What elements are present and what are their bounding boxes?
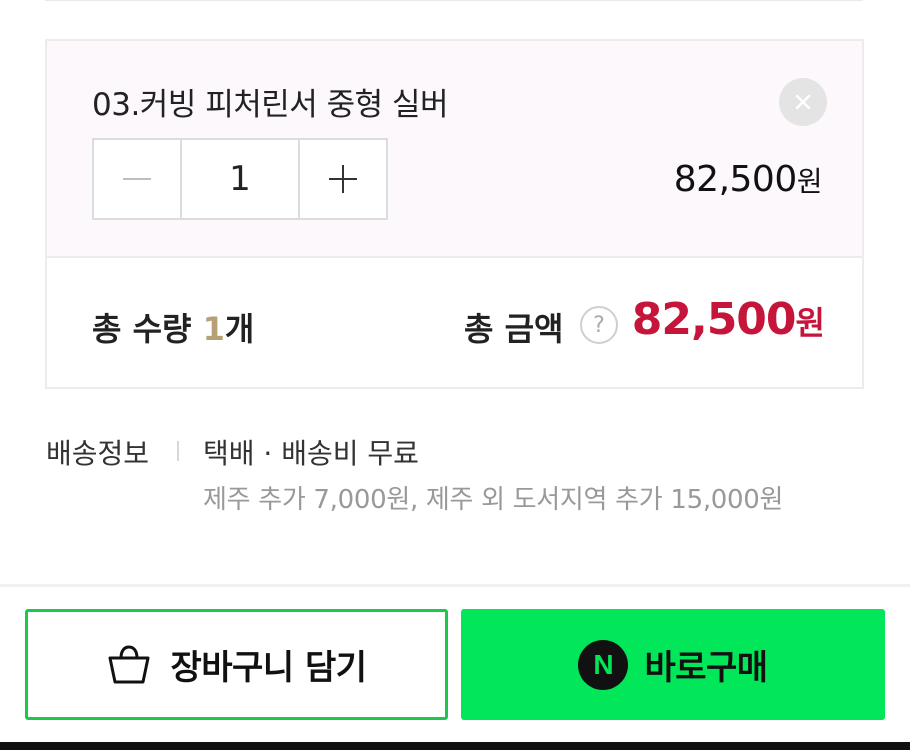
total-quantity: 총 수량 1개 bbox=[92, 304, 254, 350]
help-icon[interactable]: ? bbox=[580, 306, 618, 344]
minus-icon bbox=[123, 178, 151, 180]
buy-now-label: 바로구매 bbox=[644, 648, 768, 688]
buy-now-button[interactable]: N 바로구매 bbox=[461, 609, 885, 720]
close-icon bbox=[795, 94, 811, 110]
plus-icon bbox=[329, 165, 357, 193]
option-price: 82,500원 bbox=[673, 159, 823, 200]
total-row: 총 수량 1개 총 금액 ? 82,500원 bbox=[47, 258, 862, 389]
total-amount-label: 총 금액 bbox=[464, 310, 564, 348]
quantity-value[interactable]: 1 bbox=[180, 140, 300, 218]
option-price-value: 82,500 bbox=[673, 159, 797, 200]
total-quantity-unit: 개 bbox=[224, 310, 255, 348]
total-quantity-label: 총 수량 bbox=[92, 310, 203, 348]
selected-option-item: 03.커빙 피처린서 중형 실버 1 82,500원 bbox=[47, 41, 862, 258]
total-amount-value: 82,500 bbox=[631, 294, 797, 345]
quantity-stepper: 1 bbox=[92, 138, 388, 220]
shopping-bag-icon bbox=[108, 644, 150, 683]
naver-pay-icon: N bbox=[578, 639, 629, 690]
shipping-extra-fee: 제주 추가 7,000원, 제주 외 도서지역 추가 15,000원 bbox=[203, 485, 784, 515]
option-price-unit: 원 bbox=[796, 165, 823, 198]
shipping-info: 택배 · 배송비 무료 bbox=[203, 437, 419, 470]
add-to-cart-button[interactable]: 장바구니 담기 bbox=[25, 609, 448, 720]
total-amount-unit: 원 bbox=[795, 304, 825, 342]
decrease-quantity-button[interactable] bbox=[94, 140, 180, 218]
top-divider bbox=[45, 0, 863, 1]
total-amount: 82,500원 bbox=[631, 294, 825, 345]
add-to-cart-label: 장바구니 담기 bbox=[170, 648, 367, 688]
shipping-label: 배송정보 bbox=[46, 437, 150, 470]
increase-quantity-button[interactable] bbox=[300, 140, 386, 218]
system-bottom-bar bbox=[0, 742, 910, 750]
total-quantity-count: 1 bbox=[202, 310, 225, 348]
selected-option-box: 03.커빙 피처린서 중형 실버 1 82,500원 총 수량 1개 총 금액 … bbox=[45, 39, 864, 389]
option-name: 03.커빙 피처린서 중형 실버 bbox=[92, 87, 449, 123]
bottom-divider bbox=[0, 584, 910, 587]
shipping-separator bbox=[177, 441, 179, 461]
remove-option-button[interactable] bbox=[779, 78, 827, 126]
